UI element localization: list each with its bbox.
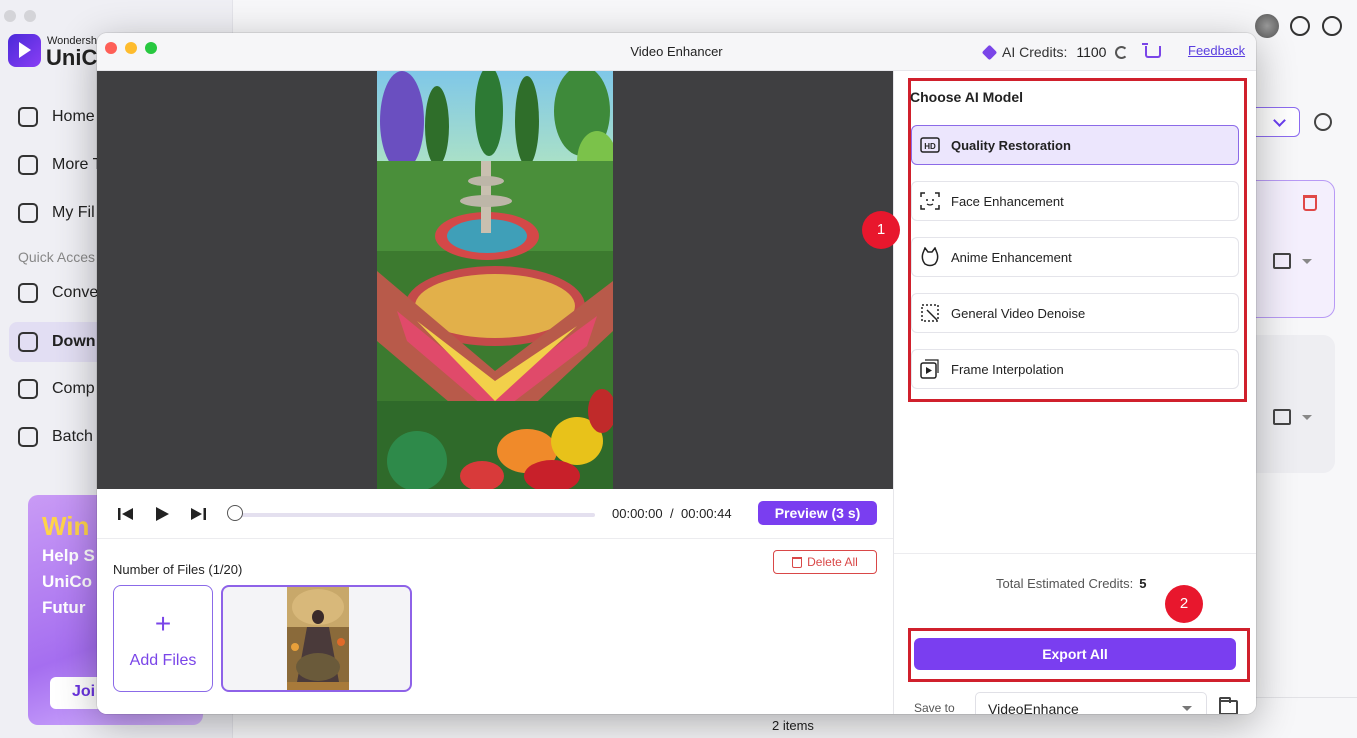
save-to-value: VideoEnhance [988, 701, 1079, 714]
model-label: Quality Restoration [951, 137, 1071, 153]
thumbnail-picture [287, 587, 349, 690]
save-to-select[interactable]: VideoEnhance [975, 692, 1207, 714]
video-frame [377, 71, 613, 489]
model-label: Anime Enhancement [951, 249, 1072, 265]
time-separator: / [670, 506, 674, 521]
chevron-down-icon[interactable] [1302, 259, 1312, 264]
thumbnail-image [287, 587, 349, 690]
file-icon [18, 203, 38, 223]
total-time: 00:00:44 [681, 506, 732, 521]
chat-icon[interactable] [1290, 16, 1310, 36]
chevron-down-icon[interactable] [1302, 415, 1312, 420]
player-controls: 00:00:00 / 00:00:44 Preview (3 s) [97, 489, 893, 539]
garden-image [377, 71, 613, 489]
model-quality-restoration[interactable]: HD Quality Restoration [911, 125, 1239, 165]
hd-icon: HD [920, 136, 940, 154]
model-face-enhancement[interactable]: Face Enhancement [911, 181, 1239, 221]
cart-icon[interactable] [1142, 43, 1162, 58]
total-credits-label: Total Estimated Credits: [996, 576, 1134, 591]
chevron-down-icon [1182, 706, 1192, 711]
model-general-video-denoise[interactable]: General Video Denoise [911, 293, 1239, 333]
download-icon [18, 332, 38, 352]
previous-frame-icon[interactable] [117, 506, 135, 522]
add-files-button[interactable]: + Add Files [113, 585, 213, 692]
model-label: Face Enhancement [951, 193, 1064, 209]
sidebar-item-batch[interactable]: Batch [18, 427, 93, 447]
delete-all-button[interactable]: Delete All [773, 550, 877, 574]
window-controls [4, 10, 36, 22]
annotation-badge-2: 2 [1165, 585, 1203, 623]
plus-icon: + [154, 608, 172, 639]
save-to-label: Save to [914, 701, 955, 714]
credits-label: AI Credits: [1002, 44, 1068, 60]
add-files-label: Add Files [129, 652, 197, 669]
sidebar-item-more-tools[interactable]: More T [18, 155, 102, 175]
files-count: Number of Files (1/20) [113, 562, 243, 577]
refresh-icon[interactable] [1115, 45, 1129, 59]
frame-interpolation-icon [920, 359, 940, 379]
credits-value: 1100 [1076, 44, 1107, 60]
title-bar: Video Enhancer AI Credits: 1100 Feedback [97, 33, 1256, 71]
video-preview [97, 71, 893, 489]
svg-text:HD: HD [924, 142, 936, 151]
promo-headline: Win [42, 511, 90, 541]
home-icon [18, 107, 38, 127]
file-thumbnail[interactable] [221, 585, 412, 692]
annotation-badge-1: 1 [862, 211, 900, 249]
avatar[interactable] [1255, 14, 1279, 38]
trash-icon [792, 556, 803, 568]
denoise-icon [920, 304, 940, 322]
file-list-area: Number of Files (1/20) Delete All + Add … [97, 540, 893, 714]
uniconverter-logo [8, 34, 41, 67]
settings-icon[interactable] [1314, 113, 1332, 131]
quick-access-label: Quick Acces [18, 249, 96, 265]
video-enhancer-dialog: Video Enhancer AI Credits: 1100 Feedback [97, 33, 1256, 714]
delete-all-label: Delete All [807, 555, 858, 569]
model-label: Frame Interpolation [951, 361, 1064, 377]
model-anime-enhancement[interactable]: Anime Enhancement [911, 237, 1239, 277]
model-frame-interpolation[interactable]: Frame Interpolation [911, 349, 1239, 389]
progress-handle[interactable] [227, 505, 243, 521]
promo-body: Help S UniCo Futur [42, 546, 95, 617]
batch-icon [18, 427, 38, 447]
compress-icon [18, 379, 38, 399]
divider [894, 553, 1256, 554]
toolbox-icon [18, 155, 38, 175]
sidebar-item-converter[interactable]: Conve [18, 283, 98, 303]
convert-icon [18, 283, 38, 303]
items-count: 2 items [772, 718, 814, 733]
choose-model-heading: Choose AI Model [910, 89, 1024, 105]
folder-icon[interactable] [1219, 697, 1238, 714]
feedback-link[interactable]: Feedback [1188, 43, 1245, 58]
credits-gem-icon [981, 44, 998, 60]
anime-face-icon [920, 247, 940, 267]
model-label: General Video Denoise [951, 305, 1086, 321]
face-scan-icon [920, 192, 940, 210]
ai-model-panel: Choose AI Model HD Quality Restoration F… [862, 71, 1256, 714]
delete-icon[interactable] [1303, 195, 1317, 211]
headset-icon[interactable] [1322, 16, 1342, 36]
play-icon[interactable] [154, 506, 170, 522]
total-credits-value: 5 [1139, 576, 1147, 591]
next-frame-icon[interactable] [189, 506, 207, 522]
sidebar-item-compressor[interactable]: Comp [18, 379, 95, 399]
current-time: 00:00:00 [612, 506, 663, 521]
format-dropdown-button[interactable] [1255, 107, 1300, 137]
sidebar-item-home[interactable]: Home [18, 107, 95, 127]
export-all-button[interactable]: Export All [914, 638, 1236, 670]
total-estimated-credits: Total Estimated Credits: 5 [996, 576, 1147, 591]
crop-icon[interactable] [1273, 409, 1291, 425]
preview-button[interactable]: Preview (3 s) [758, 501, 877, 525]
sidebar-item-my-files[interactable]: My Fil [18, 203, 95, 223]
progress-track[interactable] [235, 513, 595, 517]
crop-icon[interactable] [1273, 253, 1291, 269]
ai-credits: AI Credits: 1100 [981, 43, 1162, 60]
